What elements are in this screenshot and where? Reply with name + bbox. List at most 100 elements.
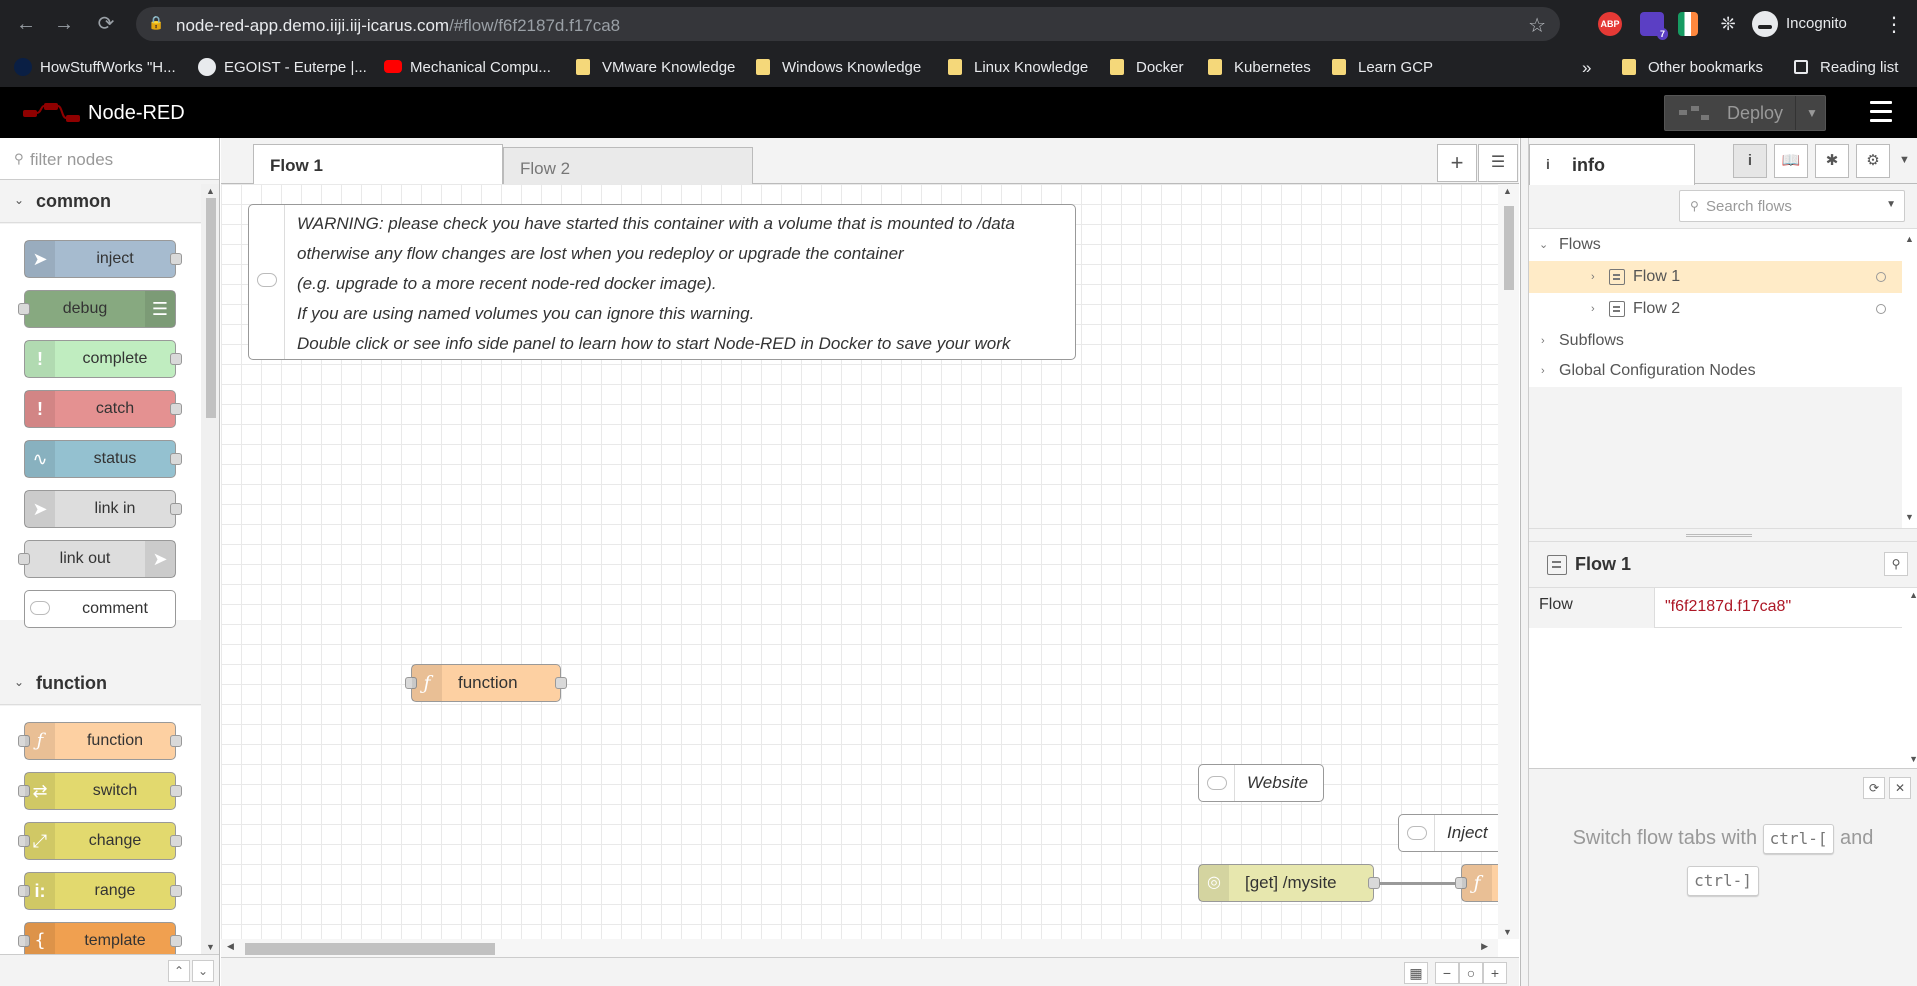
bookmark-learn-gcp[interactable]: Learn GCP	[1332, 48, 1433, 88]
search-icon[interactable]: ⚲	[1884, 552, 1908, 576]
reading-list[interactable]: Reading list	[1794, 48, 1898, 88]
palette-node-switch[interactable]: ⇄ switch	[18, 772, 182, 810]
palette-node-complete[interactable]: ! complete	[24, 340, 182, 378]
palette-node-comment[interactable]: comment	[24, 590, 176, 628]
zoom-in-icon[interactable]: +	[1483, 962, 1507, 984]
bookmark-howstuffworks[interactable]: HowStuffWorks "H...	[14, 48, 176, 88]
zoom-reset-icon[interactable]: ○	[1459, 962, 1483, 984]
bookmark-star-icon[interactable]: ☆	[1528, 13, 1546, 38]
adblock-extension-icon[interactable]: ABP	[1598, 12, 1622, 36]
add-flow-icon[interactable]: +	[1437, 144, 1477, 182]
chevron-right-icon[interactable]: ›	[1591, 293, 1595, 325]
filter-placeholder[interactable]: filter nodes	[30, 150, 113, 170]
chevron-right-icon[interactable]: ›	[1541, 325, 1545, 357]
other-bookmarks[interactable]: Other bookmarks	[1622, 48, 1763, 88]
canvas-website-comment[interactable]: Website	[1198, 764, 1324, 802]
canvas-horizontal-scrollbar[interactable]: ◀ ▶	[221, 939, 1498, 957]
back-button[interactable]: ←	[14, 12, 38, 36]
bookmark-vmware[interactable]: VMware Knowledge	[576, 48, 735, 88]
scroll-up-icon[interactable]: ▲	[1905, 234, 1914, 244]
resize-grip[interactable]	[1686, 534, 1752, 537]
forward-button[interactable]: →	[52, 12, 76, 36]
output-port[interactable]	[555, 677, 567, 689]
scroll-down-icon[interactable]: ▼	[1905, 512, 1914, 522]
navigator-map-icon[interactable]: ▦	[1404, 962, 1428, 984]
tree-item-flow-2[interactable]: › Flow 2	[1529, 293, 1902, 325]
palette-filter[interactable]: ⚲ filter nodes	[0, 138, 219, 180]
reload-button[interactable]: ⟳	[94, 12, 118, 36]
chevron-right-icon[interactable]: ›	[1591, 261, 1595, 293]
address-bar[interactable]: 🔒 node-red-app.demo.iiji.iij-icarus.com/…	[136, 7, 1560, 41]
extension-badge-icon[interactable]: 7	[1640, 12, 1668, 40]
scroll-down-icon[interactable]: ▼	[1503, 927, 1512, 937]
deploy-dropdown-icon[interactable]: ▼	[1806, 96, 1818, 130]
tab-flow-1[interactable]: Flow 1	[253, 144, 503, 185]
palette-node-range[interactable]: i: range	[18, 872, 182, 910]
expand-all-icon[interactable]: ⌄	[192, 960, 214, 982]
tree-item-flows[interactable]: ⌄ Flows	[1529, 229, 1902, 261]
scroll-up-icon[interactable]: ▲	[206, 186, 215, 196]
output-port[interactable]	[1368, 877, 1380, 889]
canvas-function-node[interactable]: ƒ function	[405, 664, 567, 702]
palette-scrollbar-thumb[interactable]	[206, 198, 216, 418]
deploy-button[interactable]: Deploy ▼	[1664, 95, 1826, 131]
chevron-right-icon[interactable]: ›	[1541, 355, 1545, 387]
palette-node-link-in[interactable]: ➤ link in	[24, 490, 182, 528]
sidebar-panel-divider[interactable]	[1529, 528, 1917, 542]
palette-node-function[interactable]: ƒ function	[18, 722, 182, 760]
info-tab-icon[interactable]: i	[1733, 144, 1767, 178]
palette-node-inject[interactable]: ➤ inject	[24, 240, 182, 278]
tab-info[interactable]: i info	[1529, 144, 1695, 185]
palette-node-debug[interactable]: debug ☰	[18, 290, 176, 328]
chevron-down-icon[interactable]: ⌄	[1539, 229, 1548, 261]
tree-item-subflows[interactable]: › Subflows	[1529, 325, 1902, 357]
bookmark-windows[interactable]: Windows Knowledge	[756, 48, 921, 88]
bookmark-docker[interactable]: Docker	[1110, 48, 1184, 88]
canvas-inject-comment[interactable]: Inject	[1398, 814, 1498, 852]
scroll-right-icon[interactable]: ▶	[1481, 941, 1488, 952]
scroll-up-icon[interactable]: ▲	[1503, 186, 1512, 196]
flag-extension-icon[interactable]	[1678, 12, 1698, 36]
palette-node-status[interactable]: ∿ status	[24, 440, 182, 478]
scroll-down-icon[interactable]: ▼	[1909, 754, 1917, 764]
bookmark-egoist[interactable]: EGOIST - Euterpe |...	[198, 48, 367, 88]
zoom-out-icon[interactable]: −	[1435, 962, 1459, 984]
main-menu-icon[interactable]	[1870, 101, 1894, 123]
search-flows-input[interactable]: ⚲ Search flows ▼	[1679, 190, 1905, 222]
tab-flow-2[interactable]: Flow 2	[503, 147, 753, 185]
sidebar-dropdown-icon[interactable]: ▼	[1899, 154, 1910, 166]
help-book-icon[interactable]: 📖	[1774, 144, 1808, 178]
canvas-vertical-scrollbar[interactable]: ▲ ▼	[1498, 184, 1519, 939]
collapse-all-icon[interactable]: ⌃	[168, 960, 190, 982]
flow-list-icon[interactable]: ☰	[1478, 144, 1518, 182]
canvas-vscroll-thumb[interactable]	[1504, 206, 1514, 290]
tree-item-global-config[interactable]: › Global Configuration Nodes	[1529, 355, 1902, 387]
bookmark-kubernetes[interactable]: Kubernetes	[1208, 48, 1311, 88]
canvas-hscroll-thumb[interactable]	[245, 943, 495, 955]
palette-scrollbar[interactable]: ▲ ▼	[201, 184, 219, 954]
incognito-profile[interactable]: Incognito	[1752, 9, 1847, 39]
flow-canvas[interactable]: WARNING: please check you have started t…	[221, 184, 1498, 939]
bookmarks-overflow-button[interactable]: »	[1582, 48, 1591, 88]
palette-node-link-out[interactable]: link out ➤	[18, 540, 176, 578]
tree-item-flow-1[interactable]: › Flow 1	[1529, 261, 1902, 293]
bookmark-mechanical[interactable]: Mechanical Compu...	[384, 48, 551, 88]
scroll-down-icon[interactable]: ▼	[206, 942, 215, 952]
scroll-left-icon[interactable]: ◀	[227, 941, 234, 952]
bookmark-linux[interactable]: Linux Knowledge	[948, 48, 1088, 88]
category-function-header[interactable]: ⌄ function	[0, 663, 201, 705]
warning-comment-node[interactable]: WARNING: please check you have started t…	[248, 204, 1076, 360]
chevron-down-icon[interactable]: ▼	[1886, 199, 1896, 210]
browser-menu-icon[interactable]: ⋮	[1884, 12, 1904, 37]
node-wire[interactable]	[1380, 882, 1460, 885]
canvas-function-node-partial[interactable]: ƒ	[1455, 864, 1498, 902]
debug-bug-icon[interactable]: ✱	[1815, 144, 1849, 178]
config-gear-icon[interactable]: ⚙	[1856, 144, 1890, 178]
palette-node-change[interactable]: ⤢ change	[18, 822, 182, 860]
canvas-http-in-node[interactable]: ◎ [get] /mysite	[1198, 864, 1380, 902]
refresh-tip-icon[interactable]: ⟳	[1863, 777, 1885, 799]
category-common-header[interactable]: ⌄ common	[0, 181, 201, 223]
puzzle-extensions-icon[interactable]: ❊	[1716, 12, 1740, 36]
sidebar-resize-handle[interactable]	[1521, 138, 1529, 986]
scroll-up-icon[interactable]: ▲	[1909, 590, 1917, 600]
